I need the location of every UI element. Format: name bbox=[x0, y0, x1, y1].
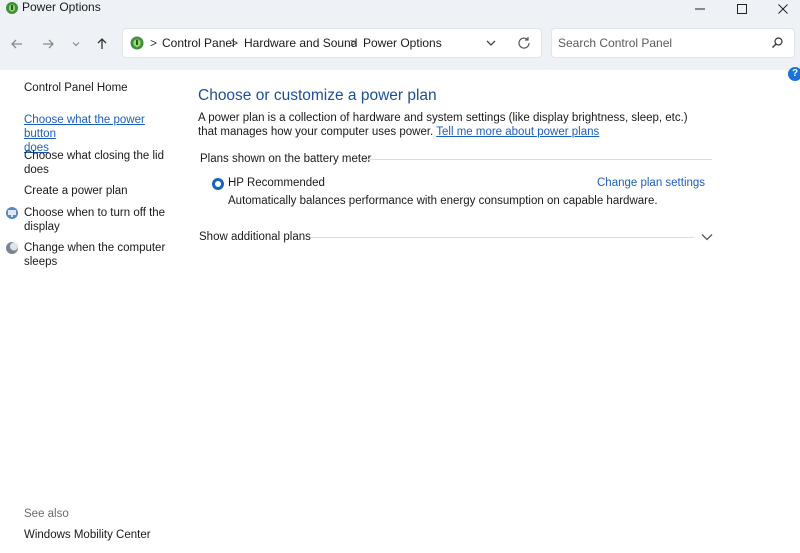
plan-description: Automatically balances performance with … bbox=[228, 195, 658, 207]
see-also-heading: See also bbox=[24, 508, 69, 520]
recent-locations-button[interactable] bbox=[66, 34, 86, 54]
sleep-icon bbox=[6, 242, 18, 254]
sidebar-item-label: Choose what closing the lid bbox=[24, 150, 164, 162]
page-description: A power plan is a collection of hardware… bbox=[198, 111, 708, 139]
sidebar-item-create-power-plan[interactable]: Create a power plan bbox=[24, 184, 179, 198]
search-input[interactable] bbox=[558, 34, 758, 52]
help-icon[interactable]: ? bbox=[788, 67, 800, 81]
search-box[interactable] bbox=[551, 28, 795, 58]
title-bar: Power Options bbox=[0, 0, 800, 18]
sidebar-control-panel-home[interactable]: Control Panel Home bbox=[24, 81, 179, 95]
sidebar-item-label: sleeps bbox=[24, 256, 58, 268]
change-plan-settings-link[interactable]: Change plan settings bbox=[597, 176, 705, 190]
breadcrumb-separator: > bbox=[350, 36, 358, 50]
section-divider bbox=[363, 159, 712, 160]
up-button[interactable] bbox=[92, 34, 112, 54]
chevron-down-icon bbox=[72, 42, 80, 47]
control-panel-icon bbox=[130, 36, 144, 50]
sidebar-item-windows-mobility-center[interactable]: Windows Mobility Center bbox=[24, 528, 179, 542]
sidebar-item-label: Choose what the power button bbox=[24, 114, 145, 140]
maximize-button[interactable] bbox=[721, 0, 763, 18]
chevron-down-icon[interactable] bbox=[700, 231, 714, 243]
sidebar-item-computer-sleeps[interactable]: Change when the computer sleeps bbox=[24, 241, 179, 269]
minimize-icon bbox=[695, 8, 705, 10]
window-title: Power Options bbox=[22, 0, 101, 14]
plan-name[interactable]: HP Recommended bbox=[228, 176, 325, 190]
breadcrumb-power-options[interactable]: Power Options bbox=[363, 35, 442, 51]
breadcrumb-control-panel[interactable]: Control Panel bbox=[162, 35, 235, 51]
forward-button[interactable] bbox=[38, 34, 58, 54]
up-arrow-icon bbox=[97, 38, 107, 49]
search-icon[interactable] bbox=[769, 35, 785, 51]
maximize-icon bbox=[737, 4, 747, 14]
sidebar-item-label: Create a power plan bbox=[24, 185, 128, 197]
show-additional-plans-toggle[interactable]: Show additional plans bbox=[199, 230, 311, 244]
sidebar-item-label: display bbox=[24, 221, 60, 233]
refresh-icon[interactable] bbox=[516, 35, 532, 51]
sidebar-item-closing-lid[interactable]: Choose what closing the lid does bbox=[24, 149, 179, 177]
display-icon bbox=[6, 207, 18, 219]
power-options-icon bbox=[6, 2, 18, 14]
page-title: Choose or customize a power plan bbox=[198, 87, 437, 104]
breadcrumb-hardware-and-sound[interactable]: Hardware and Sound bbox=[244, 35, 357, 51]
section-divider bbox=[310, 237, 694, 238]
chevron-down-icon[interactable] bbox=[483, 35, 499, 51]
minimize-button[interactable] bbox=[679, 0, 721, 18]
forward-arrow-icon bbox=[43, 39, 54, 49]
battery-meter-section-label: Plans shown on the battery meter bbox=[200, 153, 372, 165]
breadcrumb-separator: > bbox=[231, 36, 239, 50]
breadcrumb-separator: > bbox=[150, 36, 158, 50]
tell-me-more-link[interactable]: Tell me more about power plans bbox=[436, 126, 599, 138]
sidebar-item-turn-off-display[interactable]: Choose when to turn off the display bbox=[24, 206, 179, 234]
close-button[interactable] bbox=[762, 0, 800, 18]
plan-radio-button[interactable] bbox=[212, 178, 224, 190]
sidebar-item-label: does bbox=[24, 164, 49, 176]
sidebar-item-label: Choose when to turn off the bbox=[24, 207, 166, 219]
sidebar-item-label: Change when the computer bbox=[24, 242, 166, 254]
close-icon bbox=[778, 4, 788, 14]
address-bar[interactable]: > Control Panel > Hardware and Sound > P… bbox=[122, 28, 542, 58]
back-button[interactable] bbox=[7, 34, 27, 54]
navigation-bar: > Control Panel > Hardware and Sound > P… bbox=[0, 18, 800, 70]
back-arrow-icon bbox=[11, 39, 22, 49]
